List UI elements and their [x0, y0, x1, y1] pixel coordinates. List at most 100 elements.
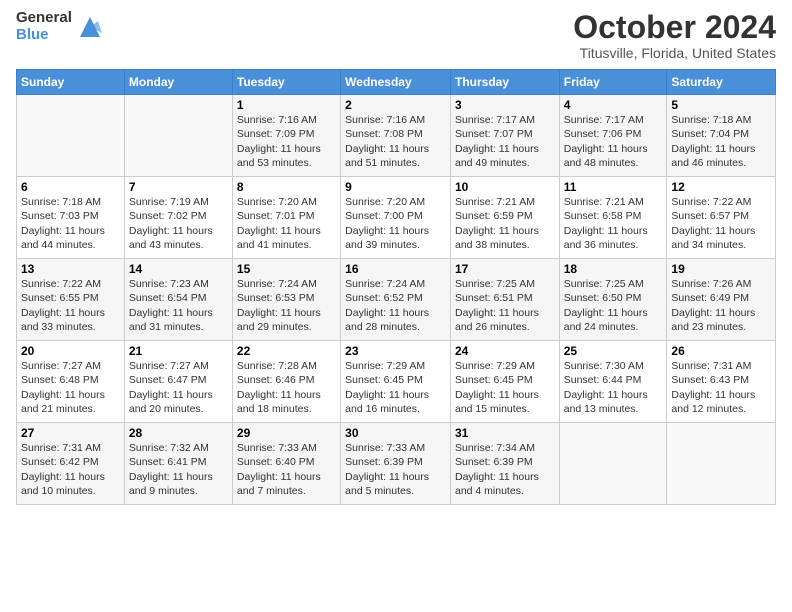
- sunrise-text: Sunrise: 7:31 AM: [21, 442, 101, 454]
- daylight-text: Daylight: 11 hours and 4 minutes.: [455, 471, 539, 497]
- day-info: Sunrise: 7:26 AMSunset: 6:49 PMDaylight:…: [671, 277, 771, 334]
- day-cell: 22Sunrise: 7:28 AMSunset: 6:46 PMDayligh…: [232, 341, 340, 423]
- sunrise-text: Sunrise: 7:22 AM: [671, 196, 751, 208]
- day-number: 28: [129, 426, 228, 440]
- day-number: 22: [237, 344, 336, 358]
- day-info: Sunrise: 7:33 AMSunset: 6:40 PMDaylight:…: [237, 441, 336, 498]
- day-info: Sunrise: 7:21 AMSunset: 6:58 PMDaylight:…: [564, 195, 663, 252]
- day-number: 30: [345, 426, 446, 440]
- day-number: 18: [564, 262, 663, 276]
- sunset-text: Sunset: 6:44 PM: [564, 374, 642, 386]
- daylight-text: Daylight: 11 hours and 29 minutes.: [237, 307, 321, 333]
- sunrise-text: Sunrise: 7:24 AM: [237, 278, 317, 290]
- sunrise-text: Sunrise: 7:20 AM: [345, 196, 425, 208]
- daylight-text: Daylight: 11 hours and 39 minutes.: [345, 225, 429, 251]
- sunset-text: Sunset: 7:09 PM: [237, 128, 315, 140]
- sunrise-text: Sunrise: 7:27 AM: [21, 360, 101, 372]
- day-cell: 7Sunrise: 7:19 AMSunset: 7:02 PMDaylight…: [124, 177, 232, 259]
- sunset-text: Sunset: 6:51 PM: [455, 292, 533, 304]
- daylight-text: Daylight: 11 hours and 38 minutes.: [455, 225, 539, 251]
- sunrise-text: Sunrise: 7:24 AM: [345, 278, 425, 290]
- sunset-text: Sunset: 7:07 PM: [455, 128, 533, 140]
- day-info: Sunrise: 7:32 AMSunset: 6:41 PMDaylight:…: [129, 441, 228, 498]
- day-cell: 8Sunrise: 7:20 AMSunset: 7:01 PMDaylight…: [232, 177, 340, 259]
- sunset-text: Sunset: 7:01 PM: [237, 210, 315, 222]
- col-thursday: Thursday: [450, 70, 559, 95]
- day-number: 5: [671, 98, 771, 112]
- day-info: Sunrise: 7:17 AMSunset: 7:07 PMDaylight:…: [455, 113, 555, 170]
- sunrise-text: Sunrise: 7:17 AM: [564, 114, 644, 126]
- sunset-text: Sunset: 6:40 PM: [237, 456, 315, 468]
- day-cell: 31Sunrise: 7:34 AMSunset: 6:39 PMDayligh…: [450, 423, 559, 505]
- daylight-text: Daylight: 11 hours and 5 minutes.: [345, 471, 429, 497]
- day-cell: 27Sunrise: 7:31 AMSunset: 6:42 PMDayligh…: [17, 423, 125, 505]
- sunset-text: Sunset: 6:58 PM: [564, 210, 642, 222]
- daylight-text: Daylight: 11 hours and 33 minutes.: [21, 307, 105, 333]
- sunrise-text: Sunrise: 7:19 AM: [129, 196, 209, 208]
- day-info: Sunrise: 7:20 AMSunset: 7:00 PMDaylight:…: [345, 195, 446, 252]
- day-cell: 21Sunrise: 7:27 AMSunset: 6:47 PMDayligh…: [124, 341, 232, 423]
- sunrise-text: Sunrise: 7:25 AM: [564, 278, 644, 290]
- day-info: Sunrise: 7:17 AM Sunset: 7:06 PM Daylight:…: [564, 113, 663, 170]
- day-info: Sunrise: 7:29 AMSunset: 6:45 PMDaylight:…: [455, 359, 555, 416]
- col-friday: Friday: [559, 70, 667, 95]
- day-number: 25: [564, 344, 663, 358]
- sunset-text: Sunset: 7:08 PM: [345, 128, 423, 140]
- daylight-text: Daylight: 11 hours and 21 minutes.: [21, 389, 105, 415]
- sunset-text: Sunset: 6:46 PM: [237, 374, 315, 386]
- day-number: 9: [345, 180, 446, 194]
- sunrise-text: Sunrise: 7:26 AM: [671, 278, 751, 290]
- sunset-text: Sunset: 7:03 PM: [21, 210, 99, 222]
- sunrise-text: Sunrise: 7:16 AM: [345, 114, 425, 126]
- day-cell: 4 Sunrise: 7:17 AM Sunset: 7:06 PM Daylight…: [559, 95, 667, 177]
- sunset-text: Sunset: 6:50 PM: [564, 292, 642, 304]
- daylight-text: Daylight: 11 hours and 28 minutes.: [345, 307, 429, 333]
- daylight-text: Daylight: 11 hours and 31 minutes.: [129, 307, 213, 333]
- sunset-text: Sunset: 7:04 PM: [671, 128, 749, 140]
- day-info: Sunrise: 7:23 AMSunset: 6:54 PMDaylight:…: [129, 277, 228, 334]
- day-number: 11: [564, 180, 663, 194]
- day-cell: 2Sunrise: 7:16 AMSunset: 7:08 PMDaylight…: [341, 95, 451, 177]
- day-number: 7: [129, 180, 228, 194]
- day-number: 26: [671, 344, 771, 358]
- sunset-text: Sunset: 6:43 PM: [671, 374, 749, 386]
- day-number: 20: [21, 344, 120, 358]
- day-info: Sunrise: 7:34 AMSunset: 6:39 PMDaylight:…: [455, 441, 555, 498]
- daylight-text: Daylight: 11 hours and 48 minutes.: [564, 143, 648, 169]
- logo-general: General: [16, 10, 72, 27]
- sunset-text: Sunset: 7:06 PM: [564, 128, 642, 140]
- sunrise-text: Sunrise: 7:32 AM: [129, 442, 209, 454]
- sunrise-text: Sunrise: 7:33 AM: [345, 442, 425, 454]
- day-number: 10: [455, 180, 555, 194]
- day-info: Sunrise: 7:16 AMSunset: 7:09 PMDaylight:…: [237, 113, 336, 170]
- daylight-text: Daylight: 11 hours and 23 minutes.: [671, 307, 755, 333]
- sunset-text: Sunset: 6:39 PM: [455, 456, 533, 468]
- day-cell: 1Sunrise: 7:16 AMSunset: 7:09 PMDaylight…: [232, 95, 340, 177]
- day-cell: [667, 423, 776, 505]
- sunset-text: Sunset: 6:59 PM: [455, 210, 533, 222]
- day-cell: [124, 95, 232, 177]
- day-cell: 15Sunrise: 7:24 AMSunset: 6:53 PMDayligh…: [232, 259, 340, 341]
- day-info: Sunrise: 7:31 AMSunset: 6:42 PMDaylight:…: [21, 441, 120, 498]
- sunset-text: Sunset: 6:41 PM: [129, 456, 207, 468]
- sunrise-text: Sunrise: 7:25 AM: [455, 278, 535, 290]
- day-cell: 10Sunrise: 7:21 AMSunset: 6:59 PMDayligh…: [450, 177, 559, 259]
- daylight-text: Daylight: 11 hours and 24 minutes.: [564, 307, 648, 333]
- day-number: 3: [455, 98, 555, 112]
- day-number: 2: [345, 98, 446, 112]
- day-info: Sunrise: 7:31 AMSunset: 6:43 PMDaylight:…: [671, 359, 771, 416]
- day-number: 8: [237, 180, 336, 194]
- day-number: 24: [455, 344, 555, 358]
- day-number: 4: [564, 98, 663, 112]
- day-cell: 17Sunrise: 7:25 AMSunset: 6:51 PMDayligh…: [450, 259, 559, 341]
- sunrise-text: Sunrise: 7:18 AM: [671, 114, 751, 126]
- week-row-5: 27Sunrise: 7:31 AMSunset: 6:42 PMDayligh…: [17, 423, 776, 505]
- day-number: 23: [345, 344, 446, 358]
- sunset-text: Sunset: 6:45 PM: [455, 374, 533, 386]
- col-sunday: Sunday: [17, 70, 125, 95]
- sunrise-text: Sunrise: 7:33 AM: [237, 442, 317, 454]
- calendar-header: Sunday Monday Tuesday Wednesday Thursday…: [17, 70, 776, 95]
- sunrise-text: Sunrise: 7:30 AM: [564, 360, 644, 372]
- logo-blue: Blue: [16, 27, 72, 44]
- day-info: Sunrise: 7:24 AMSunset: 6:52 PMDaylight:…: [345, 277, 446, 334]
